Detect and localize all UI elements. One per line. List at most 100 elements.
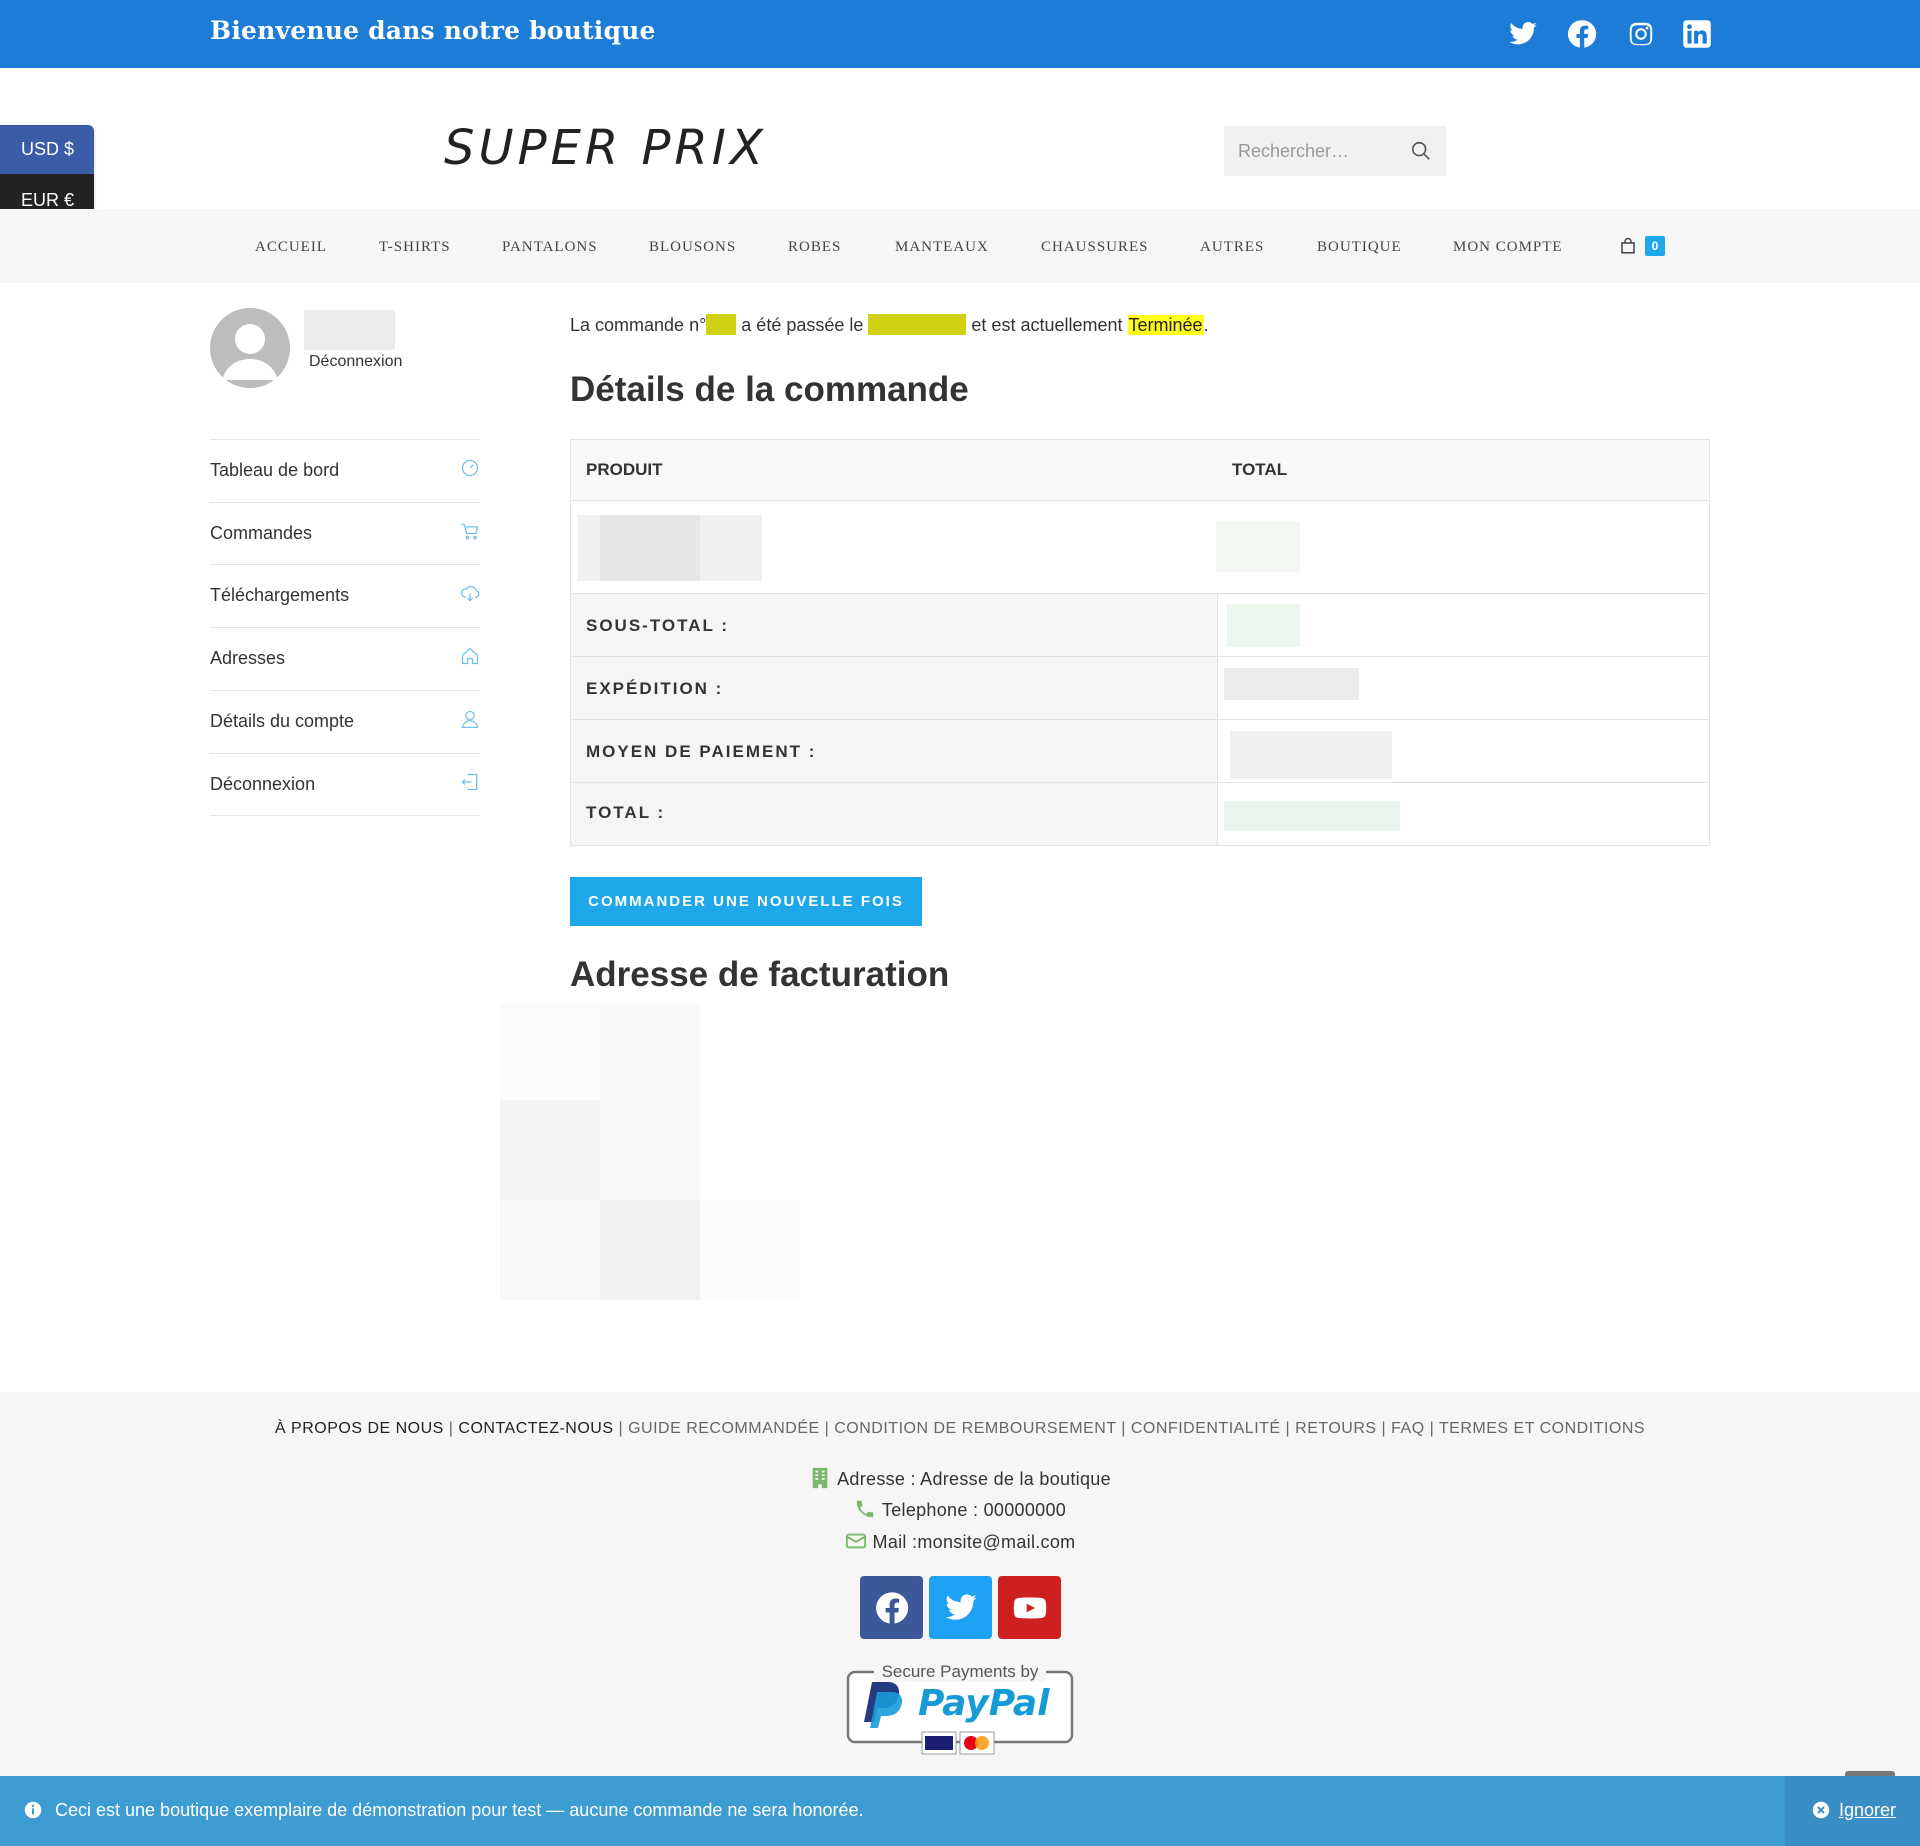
order-table: PRODUIT TOTAL SOUS-TOTAL : EXPÉDITION : … <box>570 439 1710 846</box>
price-redacted <box>1216 522 1300 572</box>
nav-item-pantalons[interactable]: PANTALONS <box>502 239 598 256</box>
search-input[interactable] <box>1238 126 1408 176</box>
total-label: TOTAL : <box>586 803 666 822</box>
footer-link-guide[interactable]: GUIDE RECOMMANDÉE <box>628 1420 820 1437</box>
linkedin-icon[interactable] <box>1682 19 1712 49</box>
logout-link[interactable]: Déconnexion <box>309 353 402 371</box>
nav-item-mon-compte[interactable]: MON COMPTE <box>1453 239 1563 256</box>
building-icon <box>812 1467 828 1489</box>
facebook-icon <box>875 1591 908 1623</box>
billing-address-title: Adresse de facturation <box>570 955 950 994</box>
search-box <box>1224 126 1446 176</box>
cart-bag-icon[interactable] <box>1619 237 1637 255</box>
mail-icon <box>845 1533 866 1549</box>
sidebar-item-dashboard[interactable]: Tableau de bord <box>210 439 480 501</box>
footer-address: Adresse : Adresse de la boutique <box>0 1467 1920 1490</box>
welcome-text: Bienvenue dans notre boutique <box>210 16 656 45</box>
paypal-caption: Secure Payments by <box>882 1662 1039 1681</box>
instagram-icon[interactable] <box>1626 19 1656 49</box>
sidebar-item-label: Déconnexion <box>210 774 316 794</box>
order-status: Terminée <box>1127 315 1204 335</box>
demo-notice-text: Ceci est une boutique exemplaire de démo… <box>55 1800 864 1820</box>
sidebar-item-downloads[interactable]: Téléchargements <box>210 564 480 626</box>
sidebar-item-logout[interactable]: Déconnexion <box>210 753 480 815</box>
paypal-logo-text: PayPal <box>918 1683 1050 1724</box>
close-circle-icon <box>1812 1801 1830 1819</box>
billing-address-redacted <box>500 1003 800 1301</box>
footer-link-about[interactable]: À PROPOS DE NOUS <box>275 1420 444 1437</box>
address-text: Adresse : Adresse de la boutique <box>837 1469 1111 1489</box>
footer-phone: Telephone : 00000000 <box>0 1498 1920 1521</box>
cart-count-badge[interactable]: 0 <box>1645 236 1665 256</box>
footer-link-privacy[interactable]: CONFIDENTIALITÉ <box>1131 1420 1281 1437</box>
dashboard-icon <box>461 459 479 477</box>
table-header-row: PRODUIT TOTAL <box>571 440 1709 501</box>
dismiss-notice-button[interactable]: Ignorer <box>1785 1776 1920 1846</box>
nav-item-robes[interactable]: ROBES <box>788 239 841 256</box>
nav-item-manteaux[interactable]: MANTEAUX <box>895 239 989 256</box>
avatar <box>210 308 290 388</box>
period: . <box>1203 315 1209 335</box>
footer-link-returns[interactable]: RETOURS <box>1295 1420 1376 1437</box>
table-row: MOYEN DE PAIEMENT : <box>571 720 1709 783</box>
logout-icon <box>461 773 478 791</box>
twitter-icon[interactable] <box>1508 19 1538 49</box>
order-details-title: Détails de la commande <box>570 370 969 409</box>
twitter-button[interactable] <box>929 1576 992 1639</box>
nav-item-accueil[interactable]: ACCUEIL <box>255 239 327 256</box>
order-number-redacted[interactable] <box>706 314 737 335</box>
total-value <box>1217 783 1709 845</box>
nav-item-autres[interactable]: AUTRES <box>1200 239 1264 256</box>
shipping-label: EXPÉDITION : <box>586 679 724 698</box>
nav-item-boutique[interactable]: BOUTIQUE <box>1317 239 1402 256</box>
username-redacted <box>304 310 395 350</box>
currency-usd-button[interactable]: USD $ <box>0 125 94 174</box>
sidebar-item-label: Tableau de bord <box>210 460 340 480</box>
sidebar-item-addresses[interactable]: Adresses <box>210 627 480 689</box>
nav-item-t-shirts[interactable]: T-SHIRTS <box>379 239 451 256</box>
sidebar-item-label: Commandes <box>210 523 313 543</box>
top-bar: Bienvenue dans notre boutique <box>0 0 1920 68</box>
footer-link-contact[interactable]: CONTACTEZ-NOUS <box>458 1420 613 1437</box>
order-again-button[interactable]: COMMANDER UNE NOUVELLE FOIS <box>570 877 922 926</box>
col-product: PRODUIT <box>586 460 663 479</box>
twitter-icon <box>944 1593 977 1620</box>
footer-link-terms[interactable]: TERMES ET CONDITIONS <box>1439 1420 1645 1437</box>
footer-link-faq[interactable]: FAQ <box>1391 1420 1425 1437</box>
footer-link-refund[interactable]: CONDITION DE REMBOURSEMENT <box>834 1420 1116 1437</box>
subtotal-label: SOUS-TOTAL : <box>586 616 729 635</box>
site-logo[interactable]: SUPER PRIX <box>444 120 767 176</box>
order-text: a été passée le <box>741 315 864 335</box>
payment-label: MOYEN DE PAIEMENT : <box>586 742 817 761</box>
order-status-line: La commande n° a été passée le et est ac… <box>570 314 1209 336</box>
sidebar-item-label: Détails du compte <box>210 711 355 731</box>
product-redacted <box>600 515 700 581</box>
table-row: SOUS-TOTAL : <box>571 594 1709 657</box>
search-icon[interactable] <box>1410 140 1432 162</box>
nav-item-chaussures[interactable]: CHAUSSURES <box>1041 239 1149 256</box>
sidebar-item-orders[interactable]: Commandes <box>210 502 480 564</box>
home-icon <box>461 647 479 665</box>
user-icon <box>461 710 479 728</box>
phone-text: Telephone : 00000000 <box>881 1500 1067 1520</box>
sidebar-item-account-details[interactable]: Détails du compte <box>210 690 480 752</box>
youtube-button[interactable] <box>998 1576 1061 1639</box>
table-row: EXPÉDITION : <box>571 657 1709 720</box>
facebook-button[interactable] <box>860 1576 923 1639</box>
col-total: TOTAL <box>1232 460 1288 479</box>
main-nav: ACCUEIL T-SHIRTS PANTALONS BLOUSONS ROBE… <box>0 209 1920 283</box>
info-icon <box>24 1801 42 1819</box>
cloud-download-icon <box>461 585 480 602</box>
order-text: et est actuellement <box>971 315 1123 335</box>
sidebar-divider <box>210 815 480 816</box>
sidebar-item-label: Téléchargements <box>210 585 350 605</box>
shipping-value <box>1217 657 1709 719</box>
mail-text: Mail :monsite@mail.com <box>872 1532 1076 1552</box>
dismiss-label: Ignorer <box>1839 1800 1897 1820</box>
table-row <box>571 501 1709 594</box>
paypal-secure-badge: Secure Payments by PayPal <box>846 1662 1074 1755</box>
facebook-icon[interactable] <box>1567 19 1597 49</box>
nav-item-blousons[interactable]: BLOUSONS <box>649 239 736 256</box>
order-date-redacted <box>868 314 967 335</box>
footer-mail: Mail :monsite@mail.com <box>0 1530 1920 1553</box>
